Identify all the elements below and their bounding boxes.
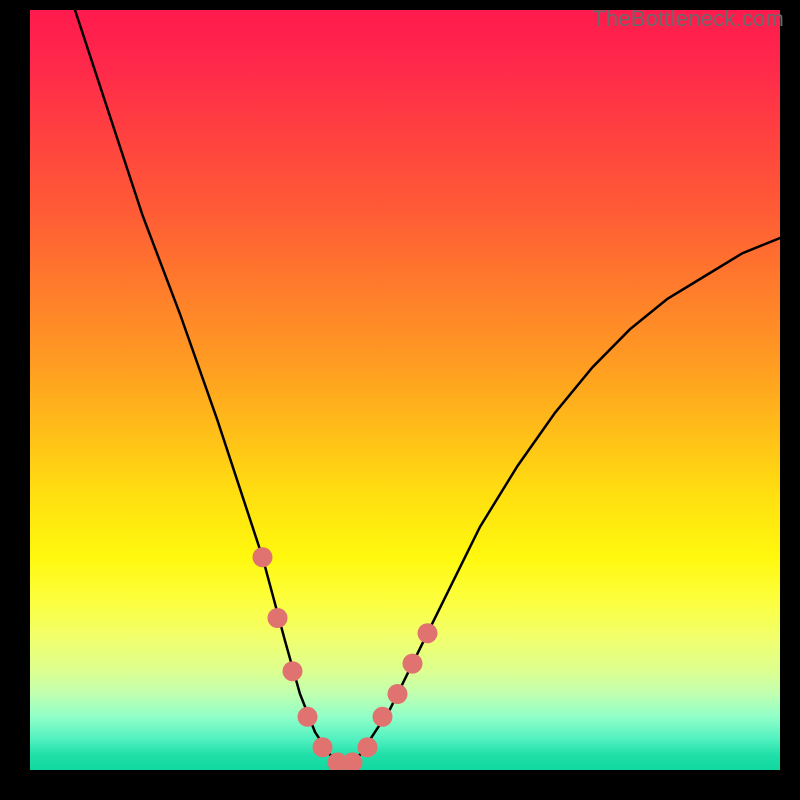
marker-point — [418, 623, 438, 643]
curve-line — [75, 10, 780, 762]
curve-path — [75, 10, 780, 762]
marker-point — [298, 707, 318, 727]
marker-point — [283, 661, 303, 681]
marker-point — [403, 654, 423, 674]
marker-point — [373, 707, 393, 727]
watermark-text: TheBottleneck.com — [592, 6, 784, 32]
marker-point — [268, 608, 288, 628]
chart-svg — [30, 10, 780, 770]
marker-group — [253, 547, 438, 770]
marker-point — [253, 547, 273, 567]
marker-point — [358, 737, 378, 757]
marker-point — [388, 684, 408, 704]
marker-point — [313, 737, 333, 757]
plot-area — [30, 10, 780, 770]
